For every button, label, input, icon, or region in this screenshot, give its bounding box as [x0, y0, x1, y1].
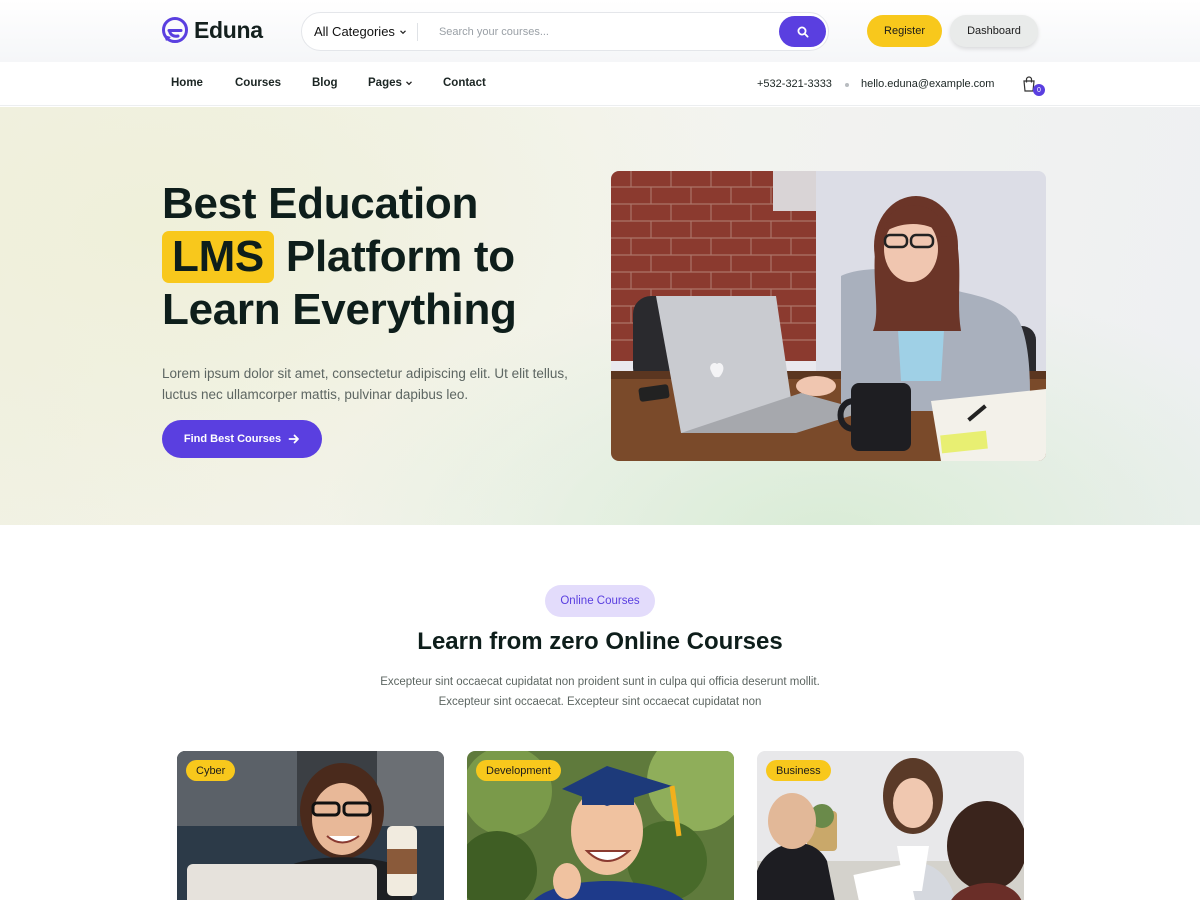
- nav-contact-label: Contact: [443, 77, 486, 89]
- contact-separator: [845, 83, 849, 87]
- hero-title-line1: Best Education: [162, 179, 479, 228]
- main-nav: Home Courses Blog Pages Contact +532-321…: [0, 62, 1200, 106]
- hero-image: [611, 171, 1046, 461]
- contact-email[interactable]: hello.eduna@example.com: [861, 78, 994, 90]
- search-icon: [797, 26, 808, 37]
- nav-courses[interactable]: Courses: [235, 77, 281, 89]
- hero-title-highlight: LMS: [162, 231, 274, 283]
- find-courses-label: Find Best Courses: [183, 433, 282, 445]
- register-button[interactable]: Register: [867, 15, 942, 47]
- cart-button[interactable]: 0: [1022, 76, 1046, 98]
- section-description: Excepteur sint occaecat cupidatat non pr…: [300, 672, 900, 712]
- course-category-tag: Business: [766, 760, 831, 781]
- top-header: Eduna All Categories Register Dashboard: [0, 0, 1200, 62]
- course-category-tag: Development: [476, 760, 561, 781]
- chevron-down-icon: [400, 29, 406, 34]
- arrow-right-icon: [288, 434, 299, 444]
- nav-blog[interactable]: Blog: [312, 77, 338, 89]
- nav-pages[interactable]: Pages: [368, 77, 413, 89]
- nav-contact[interactable]: Contact: [443, 77, 486, 89]
- brand-logo[interactable]: Eduna: [162, 15, 263, 45]
- hero-section: Best Education LMS Platform to Learn Eve…: [0, 107, 1200, 525]
- hero-title: Best Education LMS Platform to Learn Eve…: [162, 177, 582, 336]
- logo-icon: [162, 17, 188, 43]
- nav-blog-label: Blog: [312, 77, 338, 89]
- find-courses-button[interactable]: Find Best Courses: [162, 420, 322, 458]
- search-button[interactable]: [779, 16, 826, 47]
- course-category-tag: Cyber: [186, 760, 236, 781]
- nav-home-label: Home: [171, 77, 203, 89]
- search-bar: All Categories: [301, 12, 829, 51]
- section-pill-badge: Online Courses: [545, 585, 655, 617]
- section-description-line1: Excepteur sint occaecat cupidatat non pr…: [380, 676, 820, 688]
- course-card-cyber[interactable]: Cyber: [177, 751, 444, 900]
- nav-pages-label: Pages: [368, 77, 402, 89]
- nav-home[interactable]: Home: [171, 77, 203, 89]
- section-title: Learn from zero Online Courses: [417, 628, 783, 655]
- search-divider: [416, 22, 418, 41]
- hero-title-line2: Platform to: [285, 232, 515, 281]
- hero-description: Lorem ipsum dolor sit amet, consectetur …: [162, 366, 568, 402]
- section-description-line2: Excepteur sint occaecat. Excepteur sint …: [438, 696, 762, 708]
- nav-courses-label: Courses: [235, 77, 282, 89]
- chevron-down-icon: [405, 81, 412, 86]
- course-card-business[interactable]: Business: [757, 751, 1024, 900]
- contact-phone[interactable]: +532-321-3333: [757, 78, 832, 90]
- dashboard-button[interactable]: Dashboard: [950, 15, 1038, 47]
- category-select-label: All Categories: [314, 24, 395, 39]
- brand-name: Eduna: [194, 16, 263, 43]
- course-card-development[interactable]: Development: [467, 751, 734, 900]
- category-select[interactable]: All Categories: [302, 13, 407, 50]
- search-input[interactable]: [438, 13, 769, 50]
- hero-title-line3: Learn Everything: [162, 285, 517, 334]
- cart-count-badge: 0: [1033, 84, 1045, 96]
